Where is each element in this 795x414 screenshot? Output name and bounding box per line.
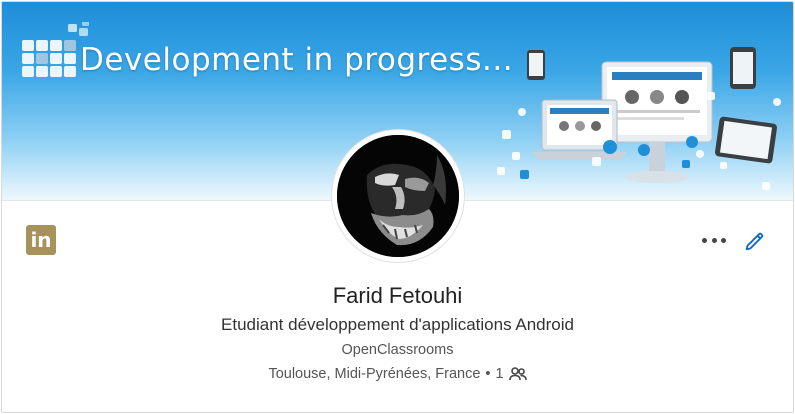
profile-name: Farid Fetouhi: [332, 283, 463, 308]
profile-headline: Etudiant développement d'applications An…: [221, 315, 574, 334]
connections-count[interactable]: 1: [495, 366, 503, 382]
dot: [711, 237, 717, 243]
more-dots-icon[interactable]: [702, 232, 726, 248]
people-icon[interactable]: [508, 367, 527, 381]
avatar-photo: [337, 135, 459, 257]
dot: [702, 237, 707, 243]
profile-company[interactable]: OpenClassrooms: [2, 342, 793, 358]
linkedin-icon: in: [26, 225, 56, 255]
profile-location-row: Toulouse, Midi-Pyrénées, France • 1: [2, 366, 793, 382]
dot: [721, 237, 726, 243]
avatar[interactable]: [332, 130, 464, 262]
pencil-icon[interactable]: [744, 230, 766, 252]
banner-devices-illustration: [497, 47, 781, 190]
banner-title: Development in progress...: [80, 42, 514, 78]
profile-location: Toulouse, Midi-Pyrénées, France: [268, 366, 481, 382]
profile-card: Development in progress... in Farid Feto…: [1, 1, 794, 413]
separator-dot: •: [485, 366, 491, 382]
